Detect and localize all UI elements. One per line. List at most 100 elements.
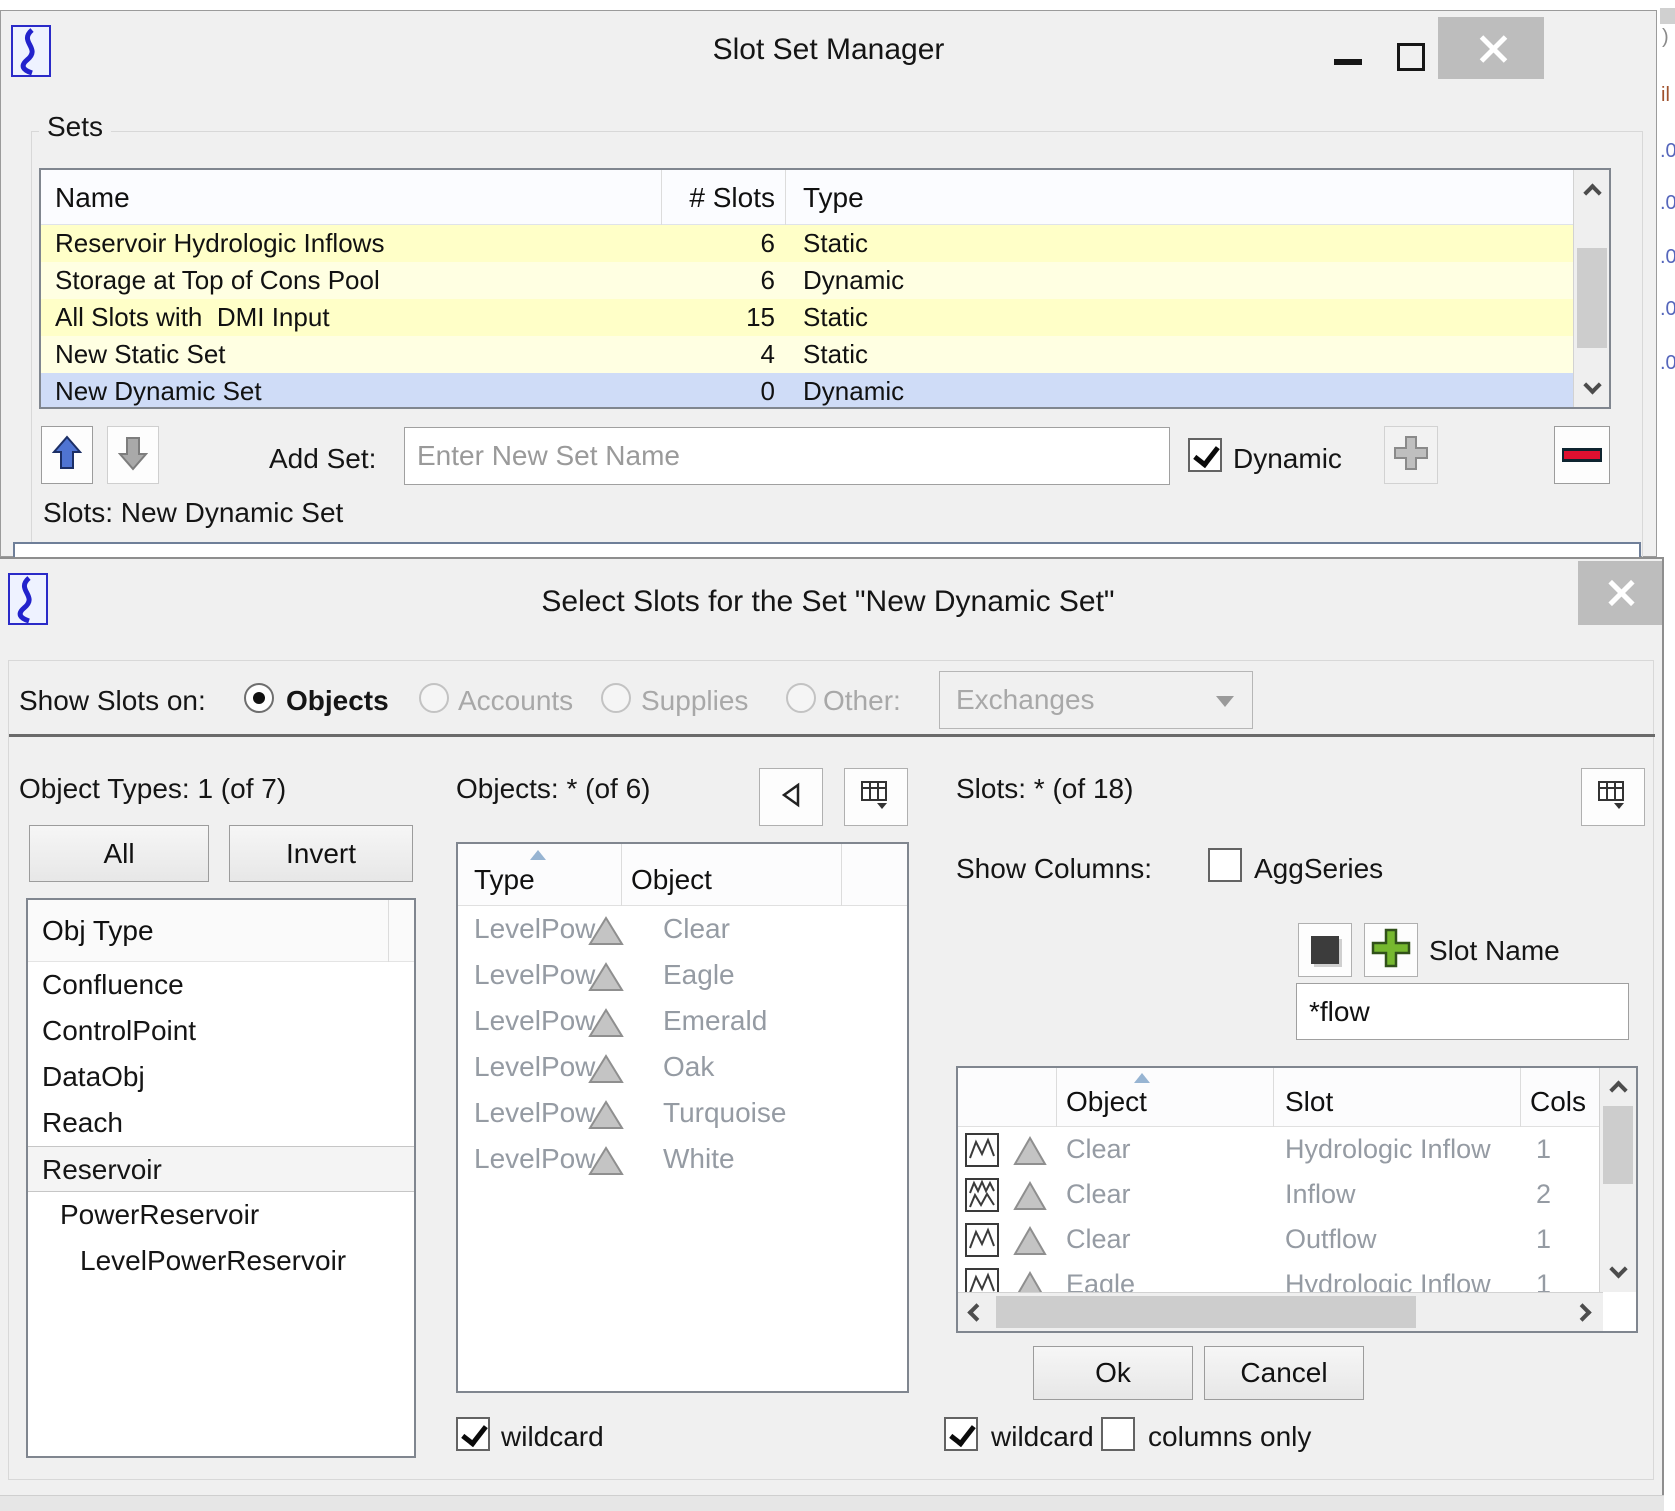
radio-other-label[interactable]: Other: (823, 685, 901, 717)
close-icon (1607, 579, 1635, 607)
background-text-fragment: il (1661, 84, 1670, 107)
object-row[interactable]: LevelPow Clear (458, 906, 907, 952)
slots-table-hscrollbar[interactable] (958, 1292, 1603, 1331)
move-set-up-button[interactable] (41, 426, 93, 484)
radio-accounts-label[interactable]: Accounts (458, 685, 573, 717)
slots-table-vscrollbar[interactable] (1599, 1068, 1636, 1292)
add-set-input[interactable] (404, 427, 1170, 485)
minimize-icon[interactable] (1334, 59, 1362, 65)
scrollbar-thumb[interactable] (1603, 1106, 1633, 1184)
obj-type-item[interactable]: Confluence (28, 962, 414, 1008)
slot-row[interactable]: Clear Inflow 2 (958, 1172, 1603, 1217)
plus-icon (1390, 432, 1432, 479)
column-header-type[interactable]: Type (474, 864, 535, 896)
background-sliver-toolbar (1660, 8, 1675, 24)
set-row[interactable]: New Static Set4Static (41, 336, 1577, 373)
columns-only-checkbox[interactable] (1101, 1417, 1135, 1451)
radio-supplies[interactable] (601, 683, 631, 713)
stop-filter-button[interactable] (1298, 923, 1352, 977)
column-header-slots[interactable]: # Slots (663, 182, 775, 214)
scroll-up-icon[interactable] (1574, 170, 1610, 206)
titlebar[interactable]: Slot Set Manager (1, 11, 1656, 91)
objects-table: Type Object LevelPow Clear LevelPow Eagl… (456, 842, 909, 1393)
objects-wildcard-checkbox[interactable] (456, 1417, 490, 1451)
obj-type-item[interactable]: PowerReservoir (28, 1192, 414, 1238)
slots-wildcard-checkbox[interactable] (944, 1417, 978, 1451)
object-row[interactable]: LevelPow Oak (458, 1044, 907, 1090)
column-header-type[interactable]: Type (803, 182, 864, 214)
sort-ascending-icon (1134, 1073, 1150, 1083)
separator (9, 734, 1655, 737)
arrow-down-icon (118, 435, 148, 476)
slots-table: Object Slot Cols Clear Hydrologic Inflow… (956, 1066, 1638, 1333)
invert-button[interactable]: Invert (229, 825, 413, 882)
objects-table-header[interactable]: Type Object (458, 844, 907, 906)
dialog-close-button[interactable] (1578, 561, 1662, 625)
dynamic-checkbox-label[interactable]: Dynamic (1233, 443, 1342, 475)
slot-row[interactable]: Clear Hydrologic Inflow 1 (958, 1127, 1603, 1172)
sets-table-scrollbar[interactable] (1573, 170, 1609, 407)
set-row[interactable]: Reservoir Hydrologic Inflows6Static (41, 225, 1577, 262)
all-button[interactable]: All (29, 825, 209, 882)
column-header-cols[interactable]: Cols (1530, 1086, 1586, 1118)
obj-type-item-selected[interactable]: Reservoir (28, 1146, 414, 1192)
maximize-icon[interactable] (1397, 43, 1425, 71)
set-row-selected[interactable]: New Dynamic Set0Dynamic (41, 373, 1577, 409)
column-header-slot[interactable]: Slot (1285, 1086, 1333, 1118)
add-set-button[interactable] (1384, 426, 1438, 484)
deselect-objects-button[interactable] (759, 768, 823, 826)
aggseries-label[interactable]: AggSeries (1254, 853, 1383, 885)
obj-type-item[interactable]: LevelPowerReservoir (28, 1238, 414, 1284)
radio-objects[interactable] (244, 683, 274, 713)
scroll-left-icon[interactable] (960, 1295, 992, 1329)
dialog-title: Select Slots for the Set "New Dynamic Se… (0, 585, 1662, 619)
object-row[interactable]: LevelPow Emerald (458, 998, 907, 1044)
other-dropdown[interactable]: Exchanges (939, 671, 1253, 729)
slot-row[interactable]: Clear Outflow 1 (958, 1217, 1603, 1262)
aggseries-checkbox[interactable] (1208, 848, 1242, 882)
dynamic-checkbox[interactable] (1188, 438, 1222, 472)
object-types-list-header[interactable]: Obj Type (28, 900, 414, 962)
manager-slots-group-label: Slots: New Dynamic Set (35, 497, 351, 529)
cancel-button[interactable]: Cancel (1204, 1346, 1364, 1400)
slots-view-menu-button[interactable] (1581, 768, 1645, 826)
slots-table-header[interactable]: Object Slot Cols (958, 1068, 1603, 1127)
object-row[interactable]: LevelPow Turquoise (458, 1090, 907, 1136)
slot-name-filter-input[interactable] (1296, 983, 1629, 1040)
columns-only-label[interactable]: columns only (1148, 1421, 1311, 1453)
column-header-object[interactable]: Object (631, 864, 712, 896)
set-row[interactable]: Storage at Top of Cons Pool6Dynamic (41, 262, 1577, 299)
radio-objects-label[interactable]: Objects (286, 685, 389, 717)
scroll-down-icon[interactable] (1600, 1256, 1636, 1290)
scroll-up-icon[interactable] (1600, 1068, 1636, 1102)
column-header-object[interactable]: Object (1066, 1086, 1147, 1118)
scroll-right-icon[interactable] (1566, 1295, 1598, 1329)
object-row[interactable]: LevelPow White (458, 1136, 907, 1182)
add-filter-button[interactable] (1364, 923, 1418, 977)
set-row[interactable]: All Slots with DMI Input15Static (41, 299, 1577, 336)
dialog-titlebar[interactable]: Select Slots for the Set "New Dynamic Se… (0, 559, 1662, 647)
object-row[interactable]: LevelPow Eagle (458, 952, 907, 998)
background-text-fragment: ) (1662, 26, 1669, 49)
scroll-down-icon[interactable] (1574, 371, 1610, 407)
radio-accounts[interactable] (419, 683, 449, 713)
slots-label: Slots: * (of 18) (956, 773, 1133, 805)
ok-button[interactable]: Ok (1033, 1346, 1193, 1400)
obj-type-item[interactable]: DataObj (28, 1054, 414, 1100)
move-set-down-button[interactable] (107, 426, 159, 484)
column-header-name[interactable]: Name (55, 182, 130, 214)
objects-wildcard-label[interactable]: wildcard (501, 1421, 604, 1453)
arrow-up-icon (52, 435, 82, 476)
obj-type-item[interactable]: ControlPoint (28, 1008, 414, 1054)
grid-menu-icon (860, 780, 892, 815)
objects-view-menu-button[interactable] (844, 768, 908, 826)
slots-wildcard-label[interactable]: wildcard (991, 1421, 1094, 1453)
obj-type-item[interactable]: Reach (28, 1100, 414, 1146)
select-slots-dialog: Select Slots for the Set "New Dynamic Se… (0, 557, 1664, 1511)
remove-set-button[interactable] (1554, 426, 1610, 484)
close-button[interactable] (1438, 17, 1544, 79)
radio-supplies-label[interactable]: Supplies (641, 685, 748, 717)
scrollbar-thumb[interactable] (996, 1296, 1416, 1328)
radio-other[interactable] (786, 683, 816, 713)
scrollbar-thumb[interactable] (1577, 248, 1607, 348)
